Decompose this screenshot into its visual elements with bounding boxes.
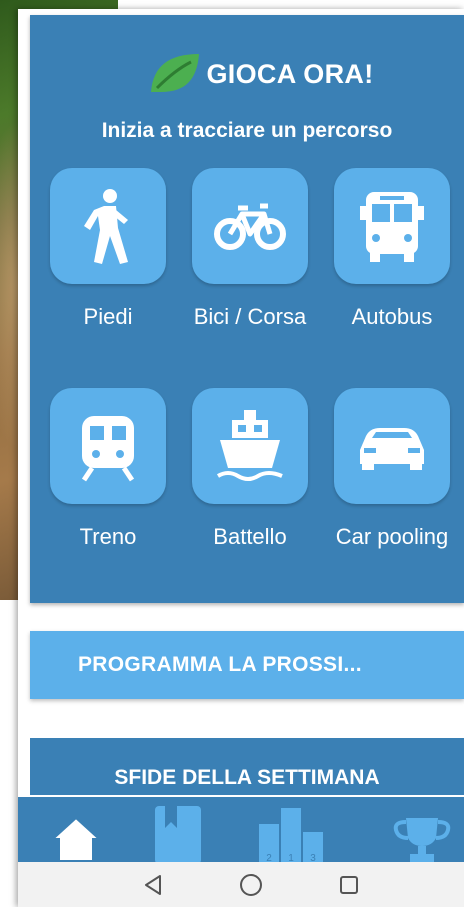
bicycle-icon — [214, 203, 286, 250]
mode-train[interactable]: Treno — [50, 388, 166, 556]
car-icon — [360, 428, 424, 470]
mode-label-bike: Bici / Corsa — [193, 304, 307, 329]
back-icon[interactable] — [140, 872, 166, 898]
podium-icon: 2 1 3 — [259, 808, 323, 864]
play-header: GIOCA ORA! — [30, 49, 464, 99]
mode-boat[interactable]: Battello — [192, 388, 308, 556]
mode-tile-bus[interactable] — [334, 168, 450, 284]
tab-home[interactable] — [36, 797, 116, 864]
recents-icon[interactable] — [336, 872, 362, 898]
mode-tile-walk[interactable] — [50, 168, 166, 284]
mode-label-bus: Autobus — [351, 304, 433, 329]
mode-carpool[interactable]: Car pooling — [334, 388, 450, 556]
play-title: GIOCA ORA! — [206, 58, 374, 89]
mode-bus[interactable]: Autobus — [334, 168, 450, 336]
weekly-challenges-header[interactable]: SFIDE DELLA SETTIMANA — [30, 738, 464, 796]
tab-ranking[interactable]: 2 1 3 — [252, 797, 332, 864]
tab-trophy[interactable] — [382, 797, 462, 864]
mode-walk[interactable]: Piedi — [50, 168, 166, 336]
mode-label-walk: Piedi — [83, 304, 133, 329]
bottom-tab-bar: 2 1 3 — [18, 795, 464, 864]
system-navigation-bar — [18, 862, 464, 907]
mode-label-boat: Battello — [213, 524, 287, 549]
home-circle-icon[interactable] — [238, 872, 264, 898]
book-icon — [155, 806, 201, 864]
mode-tile-boat[interactable] — [192, 388, 308, 504]
mode-tile-train[interactable] — [50, 388, 166, 504]
mode-tile-carpool[interactable] — [334, 388, 450, 504]
trophy-icon — [393, 818, 451, 862]
mode-label-train: Treno — [79, 524, 137, 549]
tab-diary[interactable] — [138, 797, 218, 864]
mode-tile-bike[interactable] — [192, 168, 308, 284]
plan-next-trip-button[interactable]: PROGRAMMA LA PROSSI... — [30, 631, 464, 699]
app-window: GIOCA ORA! Inizia a tracciare un percors… — [18, 9, 464, 907]
home-icon — [53, 816, 99, 860]
play-subtitle: Inizia a tracciare un percorso — [101, 119, 393, 142]
play-now-card: GIOCA ORA! Inizia a tracciare un percors… — [30, 15, 464, 603]
mode-label-carpool: Car pooling — [335, 524, 449, 549]
ferry-icon — [216, 410, 283, 481]
bus-icon — [360, 192, 424, 262]
leaf-icon — [150, 54, 199, 92]
train-icon — [81, 416, 135, 482]
mode-bike[interactable]: Bici / Corsa — [192, 168, 308, 336]
walking-person-icon — [84, 189, 128, 264]
